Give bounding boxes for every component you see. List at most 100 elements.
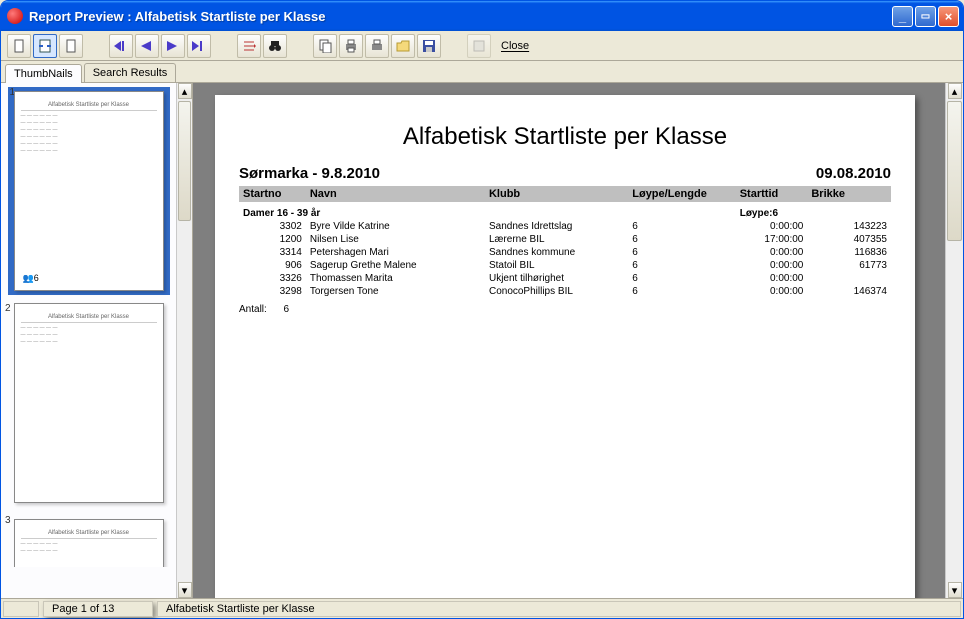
copy-icon	[318, 39, 332, 53]
group-loype: Løype:6	[736, 202, 891, 220]
group-name: Damer 16 - 39 år	[239, 202, 628, 220]
col-navn: Navn	[306, 186, 485, 202]
thumbnail-page-2[interactable]: 2 Alfabetisk Startliste per Klasse — — —…	[3, 303, 174, 503]
cell-navn: Byre Vilde Katrine	[306, 220, 485, 233]
scroll-up-button[interactable]: ▴	[178, 83, 192, 99]
table-row: 3326Thomassen MaritaUkjent tilhørighet60…	[239, 272, 891, 285]
preview-area: Alfabetisk Startliste per Klasse Sørmark…	[193, 83, 963, 598]
page-width-icon	[38, 39, 52, 53]
page-width-button[interactable]	[33, 34, 57, 58]
binoculars-icon	[268, 39, 282, 53]
antall-row: Antall: 6	[239, 304, 891, 315]
table-row: 1200Nilsen LiseLærerne BIL617:00:0040735…	[239, 233, 891, 246]
toolbar: Close	[1, 31, 963, 61]
scroll-down-button[interactable]: ▾	[178, 582, 192, 598]
preview-scrollbar[interactable]: ▴ ▾	[945, 83, 963, 598]
group-row: Damer 16 - 39 år Løype:6	[239, 202, 891, 220]
cell-loype-lengde: 6	[628, 233, 735, 246]
thumbnail-scrollbar[interactable]: ▴ ▾	[176, 83, 192, 598]
next-page-button[interactable]	[161, 34, 185, 58]
minimize-button[interactable]: _	[892, 6, 913, 27]
tab-thumbnails[interactable]: ThumbNails	[5, 64, 82, 83]
cell-klubb: Ukjent tilhørighet	[485, 272, 628, 285]
print-button[interactable]	[339, 34, 363, 58]
close-button[interactable]: Close	[501, 40, 529, 52]
table-row: 3314Petershagen MariSandnes kommune60:00…	[239, 246, 891, 259]
status-title: Alfabetisk Startliste per Klasse	[157, 601, 961, 617]
thumbnail-list: 1 Alfabetisk Startliste per Klasse — — —…	[1, 83, 176, 598]
printer-setup-icon	[370, 39, 384, 53]
cell-startno: 906	[239, 259, 306, 272]
search-button[interactable]	[263, 34, 287, 58]
thumbnail-number: 2	[5, 303, 11, 314]
export-button[interactable]	[467, 34, 491, 58]
cell-brikke: 61773	[807, 259, 891, 272]
status-bar: Page 1 of 13 Alfabetisk Startliste per K…	[1, 598, 963, 618]
page-icon	[12, 39, 26, 53]
report-date: 09.08.2010	[816, 165, 891, 182]
first-icon	[114, 41, 128, 51]
cell-klubb: Sandnes Idrettslag	[485, 220, 628, 233]
cell-brikke	[807, 272, 891, 285]
scroll-down-button[interactable]: ▾	[948, 582, 962, 598]
col-starttid: Starttid	[736, 186, 808, 202]
thumbnail-title: Alfabetisk Startliste per Klasse	[21, 530, 157, 539]
save-button[interactable]	[417, 34, 441, 58]
cell-starttid: 0:00:00	[736, 246, 808, 259]
thumbnail-count: 👥6	[23, 273, 39, 284]
preview-canvas[interactable]: Alfabetisk Startliste per Klasse Sørmark…	[193, 83, 945, 598]
scroll-thumb[interactable]	[178, 101, 191, 221]
copy-button[interactable]	[313, 34, 337, 58]
prev-page-button[interactable]	[135, 34, 159, 58]
cell-klubb: ConocoPhillips BIL	[485, 285, 628, 298]
cell-loype-lengde: 6	[628, 272, 735, 285]
report-page: Alfabetisk Startliste per Klasse Sørmark…	[215, 95, 915, 598]
cell-startno: 1200	[239, 233, 306, 246]
thumbnail-title: Alfabetisk Startliste per Klasse	[21, 102, 157, 111]
cell-klubb: Lærerne BIL	[485, 233, 628, 246]
thumbnail-panel: 1 Alfabetisk Startliste per Klasse — — —…	[1, 83, 193, 598]
close-window-button[interactable]: ×	[938, 6, 959, 27]
cell-startno: 3314	[239, 246, 306, 259]
scroll-up-button[interactable]: ▴	[948, 83, 962, 99]
last-page-button[interactable]	[187, 34, 211, 58]
export-icon	[472, 39, 486, 53]
col-startno: Startno	[239, 186, 306, 202]
col-klubb: Klubb	[485, 186, 628, 202]
cell-startno: 3302	[239, 220, 306, 233]
cell-klubb: Sandnes kommune	[485, 246, 628, 259]
cell-brikke: 116836	[807, 246, 891, 259]
table-row: 906Sagerup Grethe MaleneStatoil BIL60:00…	[239, 259, 891, 272]
maximize-button[interactable]: ▭	[915, 6, 936, 27]
status-page: Page 1 of 13	[43, 601, 153, 617]
thumbnail-page-1[interactable]: 1 Alfabetisk Startliste per Klasse — — —…	[8, 87, 170, 295]
cell-brikke: 407355	[807, 233, 891, 246]
window-title: Report Preview : Alfabetisk Startliste p…	[29, 9, 325, 24]
cell-loype-lengde: 6	[628, 220, 735, 233]
report-event: Sørmarka - 9.8.2010	[239, 165, 380, 182]
cell-navn: Petershagen Mari	[306, 246, 485, 259]
table-row: 3302Byre Vilde KatrineSandnes Idrettslag…	[239, 220, 891, 233]
print-setup-button[interactable]	[365, 34, 389, 58]
outline-icon	[242, 40, 256, 52]
cell-navn: Thomassen Marita	[306, 272, 485, 285]
thumbnail-page-3[interactable]: 3 Alfabetisk Startliste per Klasse — — —…	[3, 515, 174, 567]
cell-starttid: 0:00:00	[736, 220, 808, 233]
col-brikke: Brikke	[807, 186, 891, 202]
cell-starttid: 0:00:00	[736, 285, 808, 298]
col-loype-lengde: Løype/Lengde	[628, 186, 735, 202]
printer-icon	[344, 39, 358, 53]
side-tabstrip: ThumbNails Search Results	[1, 61, 963, 82]
folder-open-icon	[396, 40, 410, 52]
open-button[interactable]	[391, 34, 415, 58]
cell-navn: Nilsen Lise	[306, 233, 485, 246]
last-icon	[192, 41, 206, 51]
cell-navn: Sagerup Grethe Malene	[306, 259, 485, 272]
page-actual-button[interactable]	[59, 34, 83, 58]
first-page-button[interactable]	[109, 34, 133, 58]
app-icon	[7, 8, 23, 24]
outline-button[interactable]	[237, 34, 261, 58]
tab-search-results[interactable]: Search Results	[84, 63, 177, 82]
scroll-thumb[interactable]	[947, 101, 962, 241]
page-fit-button[interactable]	[7, 34, 31, 58]
